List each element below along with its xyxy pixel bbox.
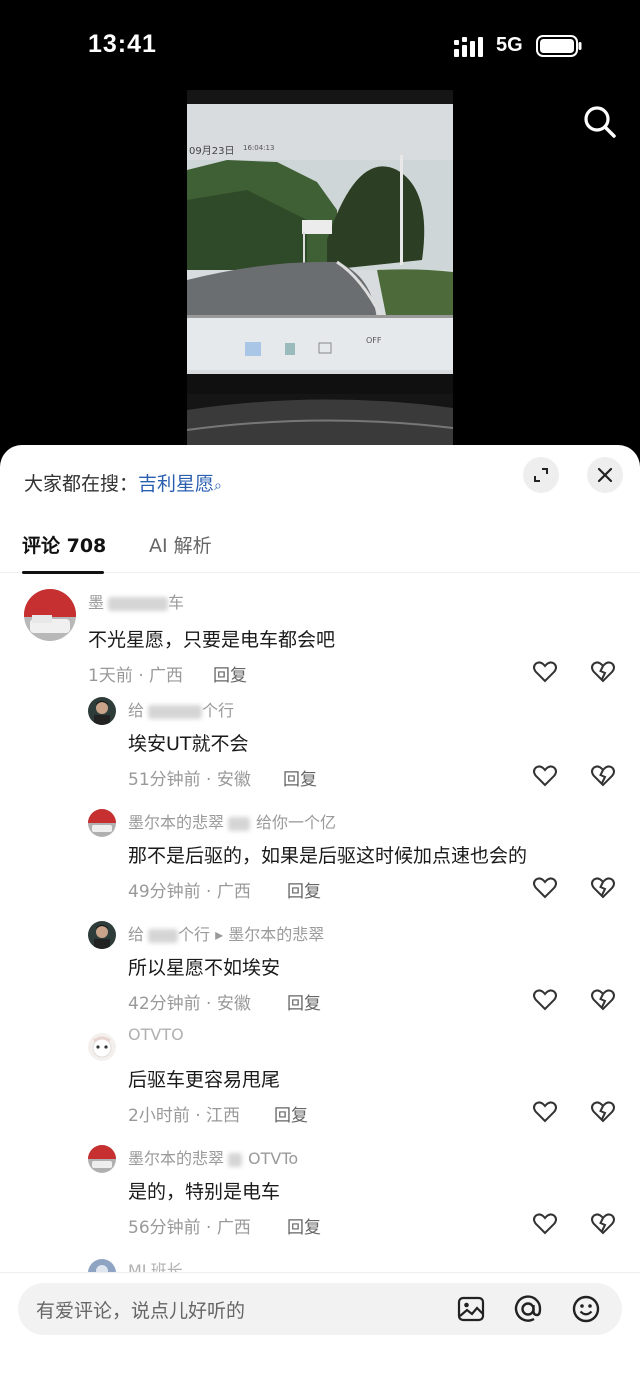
- comment-meta: 49分钟前 · 广西: [128, 882, 251, 902]
- list-item: ML班长: [0, 1249, 640, 1272]
- comment-username[interactable]: OTVTO: [128, 1025, 184, 1044]
- list-item: OTVTO 后驱车更容易甩尾 2小时前 · 江西 回复: [0, 1025, 640, 1137]
- broken-heart-icon[interactable]: [590, 1099, 616, 1125]
- reply-button[interactable]: 回复: [287, 877, 321, 902]
- tab-ai-analysis[interactable]: AI 解析: [149, 531, 212, 558]
- heart-icon[interactable]: [532, 763, 558, 789]
- comment-username[interactable]: 墨尔本的悲翠 OTVTo: [128, 1145, 298, 1169]
- comment-meta: 1天前 · 广西: [88, 666, 184, 686]
- avatar[interactable]: [88, 697, 116, 725]
- comment-meta: 56分钟前 · 广西: [128, 1218, 251, 1238]
- heart-icon[interactable]: [532, 1099, 558, 1125]
- hot-search-prefix: 大家都在搜：: [24, 473, 139, 495]
- close-icon: [597, 467, 613, 483]
- avatar[interactable]: [88, 1259, 116, 1272]
- battery-icon: [536, 35, 582, 57]
- broken-heart-icon[interactable]: [590, 659, 616, 685]
- broken-heart-icon[interactable]: [590, 875, 616, 901]
- list-item: 给个行 ▸ 墨尔本的悲翠 所以星愿不如埃安 42分钟前 · 安徽 回复: [0, 913, 640, 1025]
- comment-username[interactable]: 给个行 ▸ 墨尔本的悲翠: [128, 921, 324, 945]
- at-icon[interactable]: [513, 1294, 543, 1324]
- reply-button[interactable]: 回复: [287, 1213, 321, 1238]
- comment-input-placeholder: 有爱评论，说点儿好听的: [36, 1300, 246, 1322]
- video-date: 09月23日: [189, 146, 235, 157]
- comment-sheet: 大家都在搜：吉利星愿⌕ 评论 708 AI 解析 墨车 不光星愿，只要是电车都会…: [0, 445, 640, 1391]
- expand-icon: [534, 468, 548, 482]
- comment-meta: 51分钟前 · 安徽: [128, 770, 251, 790]
- search-icon: ⌕: [214, 478, 222, 494]
- network-type: 5G: [496, 34, 523, 56]
- comment-text: 那不是后驱的，如果是后驱这时候加点速也会的: [128, 845, 528, 867]
- list-item: 墨车 不光星愿，只要是电车都会吧 1天前 · 广西 回复: [0, 577, 640, 689]
- video-player[interactable]: 09月23日 16:04:13 OFF: [187, 90, 453, 445]
- close-button[interactable]: [587, 457, 623, 493]
- avatar[interactable]: [88, 921, 116, 949]
- comment-tabs: 评论 708 AI 解析: [0, 527, 640, 574]
- video-time: 16:04:13: [243, 144, 275, 152]
- hot-search-bar[interactable]: 大家都在搜：吉利星愿⌕: [24, 469, 222, 496]
- list-item: 墨尔本的悲翠 给你一个亿 那不是后驱的，如果是后驱这时候加点速也会的 49分钟前 …: [0, 801, 640, 913]
- comment-text: 埃安UT就不会: [128, 733, 249, 755]
- tab-comments[interactable]: 评论 708: [22, 531, 106, 558]
- broken-heart-icon[interactable]: [590, 987, 616, 1013]
- comment-list[interactable]: 墨车 不光星愿，只要是电车都会吧 1天前 · 广西 回复 给个行 埃安UT就不会…: [0, 577, 640, 1272]
- heart-icon[interactable]: [532, 987, 558, 1013]
- dashboard-off-label: OFF: [366, 336, 382, 345]
- status-bar: 13:41 5G: [0, 0, 640, 90]
- comment-username[interactable]: 给个行: [128, 697, 234, 721]
- comment-text: 不光星愿，只要是电车都会吧: [88, 629, 336, 651]
- comment-meta: 2小时前 · 江西: [128, 1106, 241, 1126]
- status-time: 13:41: [88, 30, 157, 58]
- avatar[interactable]: [24, 589, 76, 641]
- comment-username[interactable]: 墨车: [88, 589, 184, 613]
- reply-button[interactable]: 回复: [213, 661, 247, 686]
- search-icon[interactable]: [580, 102, 620, 142]
- comment-text: 后驱车更容易甩尾: [128, 1069, 281, 1091]
- comment-meta: 42分钟前 · 安徽: [128, 994, 251, 1014]
- reply-button[interactable]: 回复: [274, 1101, 308, 1126]
- heart-icon[interactable]: [532, 875, 558, 901]
- list-item: 墨尔本的悲翠 OTVTo 是的，特别是电车 56分钟前 · 广西 回复: [0, 1137, 640, 1249]
- avatar[interactable]: [88, 1145, 116, 1173]
- expand-button[interactable]: [523, 457, 559, 493]
- heart-icon[interactable]: [532, 1211, 558, 1237]
- reply-button[interactable]: 回复: [287, 989, 321, 1014]
- broken-heart-icon[interactable]: [590, 1211, 616, 1237]
- comment-username[interactable]: 墨尔本的悲翠 给你一个亿: [128, 809, 336, 833]
- hot-search-keyword[interactable]: 吉利星愿: [138, 473, 214, 495]
- comment-text: 是的，特别是电车: [128, 1181, 281, 1203]
- list-item: 给个行 埃安UT就不会 51分钟前 · 安徽 回复: [0, 689, 640, 801]
- avatar[interactable]: [88, 1033, 116, 1061]
- broken-heart-icon[interactable]: [590, 763, 616, 789]
- comment-text: 所以星愿不如埃安: [128, 957, 281, 979]
- signal-icon: [454, 37, 483, 57]
- comment-input-bar: 有爱评论，说点儿好听的: [0, 1272, 640, 1391]
- heart-icon[interactable]: [532, 659, 558, 685]
- comment-input[interactable]: 有爱评论，说点儿好听的: [18, 1283, 622, 1335]
- avatar[interactable]: [88, 809, 116, 837]
- reply-button[interactable]: 回复: [283, 765, 317, 790]
- active-tab-indicator: [22, 571, 104, 574]
- emoji-icon[interactable]: [571, 1294, 601, 1324]
- image-icon[interactable]: [456, 1294, 486, 1324]
- comment-username[interactable]: ML班长: [128, 1257, 183, 1272]
